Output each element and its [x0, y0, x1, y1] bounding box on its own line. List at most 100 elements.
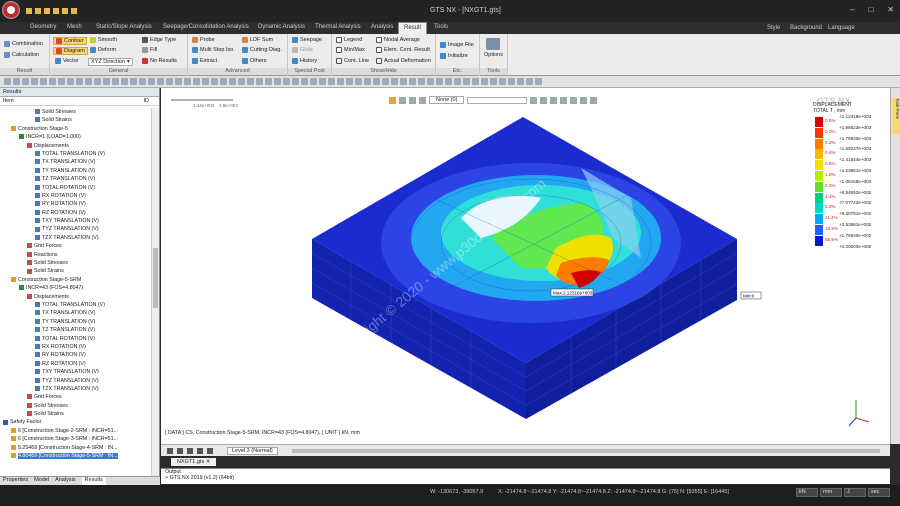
tree-node[interactable]: TOTAL ROTATION (V)	[0, 184, 151, 192]
tab-result[interactable]: Result	[398, 22, 428, 34]
tree-node[interactable]: TX TRANSLATION (V)	[0, 309, 151, 317]
extract-button[interactable]: Extract	[192, 58, 217, 64]
tree-node[interactable]: 6 [Construction Stage-3-SRM : INCR=51...	[0, 435, 151, 443]
vector-button[interactable]: Vector	[55, 58, 79, 64]
tree-node[interactable]: TYZ TRANSLATION (V)	[0, 377, 151, 385]
tree-node[interactable]: Solid Strains	[0, 116, 151, 124]
multi-step-iso-button[interactable]: Multi Step Iso.	[192, 47, 235, 53]
unit-energy-select[interactable]: J	[844, 488, 866, 497]
stop-icon[interactable]	[177, 447, 183, 454]
minimize-icon[interactable]: –	[850, 5, 854, 14]
tree-node[interactable]: INCR=1 (LOAD=1.000)	[0, 133, 151, 141]
close-icon[interactable]: ✕	[887, 5, 894, 14]
tree-node[interactable]: RZ ROTATION (V)	[0, 209, 151, 217]
export-icon[interactable]	[207, 447, 213, 454]
tree-node[interactable]: RY ROTATION (V)	[0, 200, 151, 208]
tree-node[interactable]: TY TRANSLATION (V)	[0, 318, 151, 326]
tree-node[interactable]: Grid Forces	[0, 393, 151, 401]
viewport-toolbar[interactable]: None (0)	[389, 96, 598, 104]
legend-checkbox[interactable]: Legend	[336, 37, 362, 43]
tree-node[interactable]: RX ROTATION (V)	[0, 343, 151, 351]
seepage-button[interactable]: Seepage	[292, 37, 322, 43]
tree-node[interactable]: Solid Stresses	[0, 108, 151, 116]
combination-button[interactable]: Combination	[4, 41, 43, 47]
edge-type-button[interactable]: Edge Type	[142, 37, 176, 43]
elem-cent-result-checkbox[interactable]: Elem. Cent. Result	[376, 47, 430, 53]
quick-access-toolbar[interactable]	[26, 8, 96, 16]
tree-node[interactable]: TZX TRANSLATION (V)	[0, 385, 151, 393]
no-results-button[interactable]: No Results	[142, 58, 177, 64]
tree-node[interactable]: TOTAL ROTATION (V)	[0, 335, 151, 343]
tab-results[interactable]: Results	[81, 477, 106, 485]
play-icon[interactable]	[167, 447, 173, 454]
tab-properties[interactable]: Properties	[3, 477, 28, 485]
tree-node[interactable]: 6 [Construction Stage-2-SRM : INCR=51...	[0, 427, 151, 435]
tree-node[interactable]: RX ROTATION (V)	[0, 192, 151, 200]
tree-node[interactable]: TZ TRANSLATION (V)	[0, 175, 151, 183]
unit-length-select[interactable]: mm	[820, 488, 842, 497]
cont-line-checkbox[interactable]: Cont. Line	[336, 58, 369, 64]
unit-force-select[interactable]: kN	[796, 488, 818, 497]
tree-node[interactable]: Solid Stresses	[0, 259, 151, 267]
tree-node[interactable]: Construction Stage-5	[0, 125, 151, 133]
deform-button[interactable]: Deform	[90, 47, 116, 53]
task-pane-tab[interactable]: Task Pane	[892, 98, 900, 134]
tree-node[interactable]: Solid Stresses	[0, 402, 151, 410]
tab-mesh[interactable]: Mesh	[67, 24, 82, 30]
tree-node[interactable]: TOTAL TRANSLATION (V)	[0, 301, 151, 309]
close-tab-icon[interactable]: ✕	[206, 459, 211, 465]
history-button[interactable]: History	[292, 58, 317, 64]
unit-time-select[interactable]: sec	[868, 488, 890, 497]
tab-analysis-works[interactable]: Analysis	[55, 477, 75, 485]
tree-node[interactable]: TX TRANSLATION (V)	[0, 158, 151, 166]
diagram-button[interactable]: Diagram	[53, 47, 88, 55]
initialize-button[interactable]: Initialize	[440, 53, 468, 59]
tree-node[interactable]: RZ ROTATION (V)	[0, 360, 151, 368]
tab-dynamic[interactable]: Dynamic Analysis	[258, 24, 305, 30]
tree-node[interactable]: Reactions	[0, 251, 151, 259]
tree-node[interactable]: INCR=43 (FOS=4.8047)	[0, 284, 151, 292]
language-menu[interactable]: Language	[828, 25, 855, 31]
min-max-checkbox[interactable]: Min/Max	[336, 47, 365, 53]
model-viewport[interactable]: 1.44e+004 2.9e+004 Max:2.12316e+003 Min:…	[161, 88, 890, 444]
tree-node[interactable]: TXY TRANSLATION (V)	[0, 217, 151, 225]
tree-node[interactable]: TOTAL TRANSLATION (V)	[0, 150, 151, 158]
image-file-button[interactable]: Image File	[440, 42, 474, 48]
background-menu[interactable]: Background	[790, 25, 822, 31]
file-tab[interactable]: NXGT1.gts ✕	[171, 458, 217, 466]
others-button[interactable]: Others	[242, 58, 267, 64]
tab-model[interactable]: Model	[34, 477, 49, 485]
tree-node[interactable]: TY TRANSLATION (V)	[0, 167, 151, 175]
ldf-sum-button[interactable]: LDF Sum	[242, 37, 273, 43]
settings-icon[interactable]	[197, 447, 203, 454]
calculation-button[interactable]: Calculation	[4, 52, 39, 58]
tree-node[interactable]: RY ROTATION (V)	[0, 351, 151, 359]
tab-seepage[interactable]: Seepage/Consolidation Analysis	[163, 24, 249, 30]
tree-node[interactable]: Displacements	[0, 142, 151, 150]
display-combo[interactable]: None (0)	[429, 96, 465, 104]
tree-node[interactable]: 5.25469 [Construction Stage-4-SRM : IN..…	[0, 444, 151, 452]
tree-node[interactable]: TXY TRANSLATION (V)	[0, 368, 151, 376]
tree-node[interactable]: Displacements	[0, 293, 151, 301]
tab-static-slope[interactable]: Static/Slope Analysis	[96, 24, 152, 30]
maximize-icon[interactable]: □	[868, 5, 873, 14]
tree-node[interactable]: Solid Strains	[0, 410, 151, 418]
tree-node[interactable]: Solid Strains	[0, 267, 151, 275]
fill-button[interactable]: Fill	[142, 47, 157, 53]
tree-node[interactable]: Grid Forces	[0, 242, 151, 250]
glide-button[interactable]: Glide	[292, 47, 313, 53]
filter-combo[interactable]	[467, 96, 528, 104]
tab-thermal[interactable]: Thermal Analysis	[315, 24, 361, 30]
options-button[interactable]: Options	[484, 38, 503, 58]
animation-slider[interactable]	[291, 448, 880, 453]
actual-deformation-checkbox[interactable]: Actual Deformation	[376, 58, 431, 64]
tree-node[interactable]: Safety Factor	[0, 418, 151, 426]
contour-button[interactable]: Contour	[53, 37, 87, 45]
ground-model[interactable]	[311, 117, 738, 419]
nodal-average-checkbox[interactable]: Nodal Average	[376, 37, 420, 43]
tree-node[interactable]: TZ TRANSLATION (V)	[0, 326, 151, 334]
level-select[interactable]: Level 3 (Normal)	[227, 446, 278, 455]
task-pane-strip[interactable]: Task Pane	[890, 88, 900, 444]
tab-geometry[interactable]: Geometry	[30, 24, 56, 30]
tree-node[interactable]: 4.80469 [Construction Stage-5-SRM : IN..…	[0, 452, 151, 460]
